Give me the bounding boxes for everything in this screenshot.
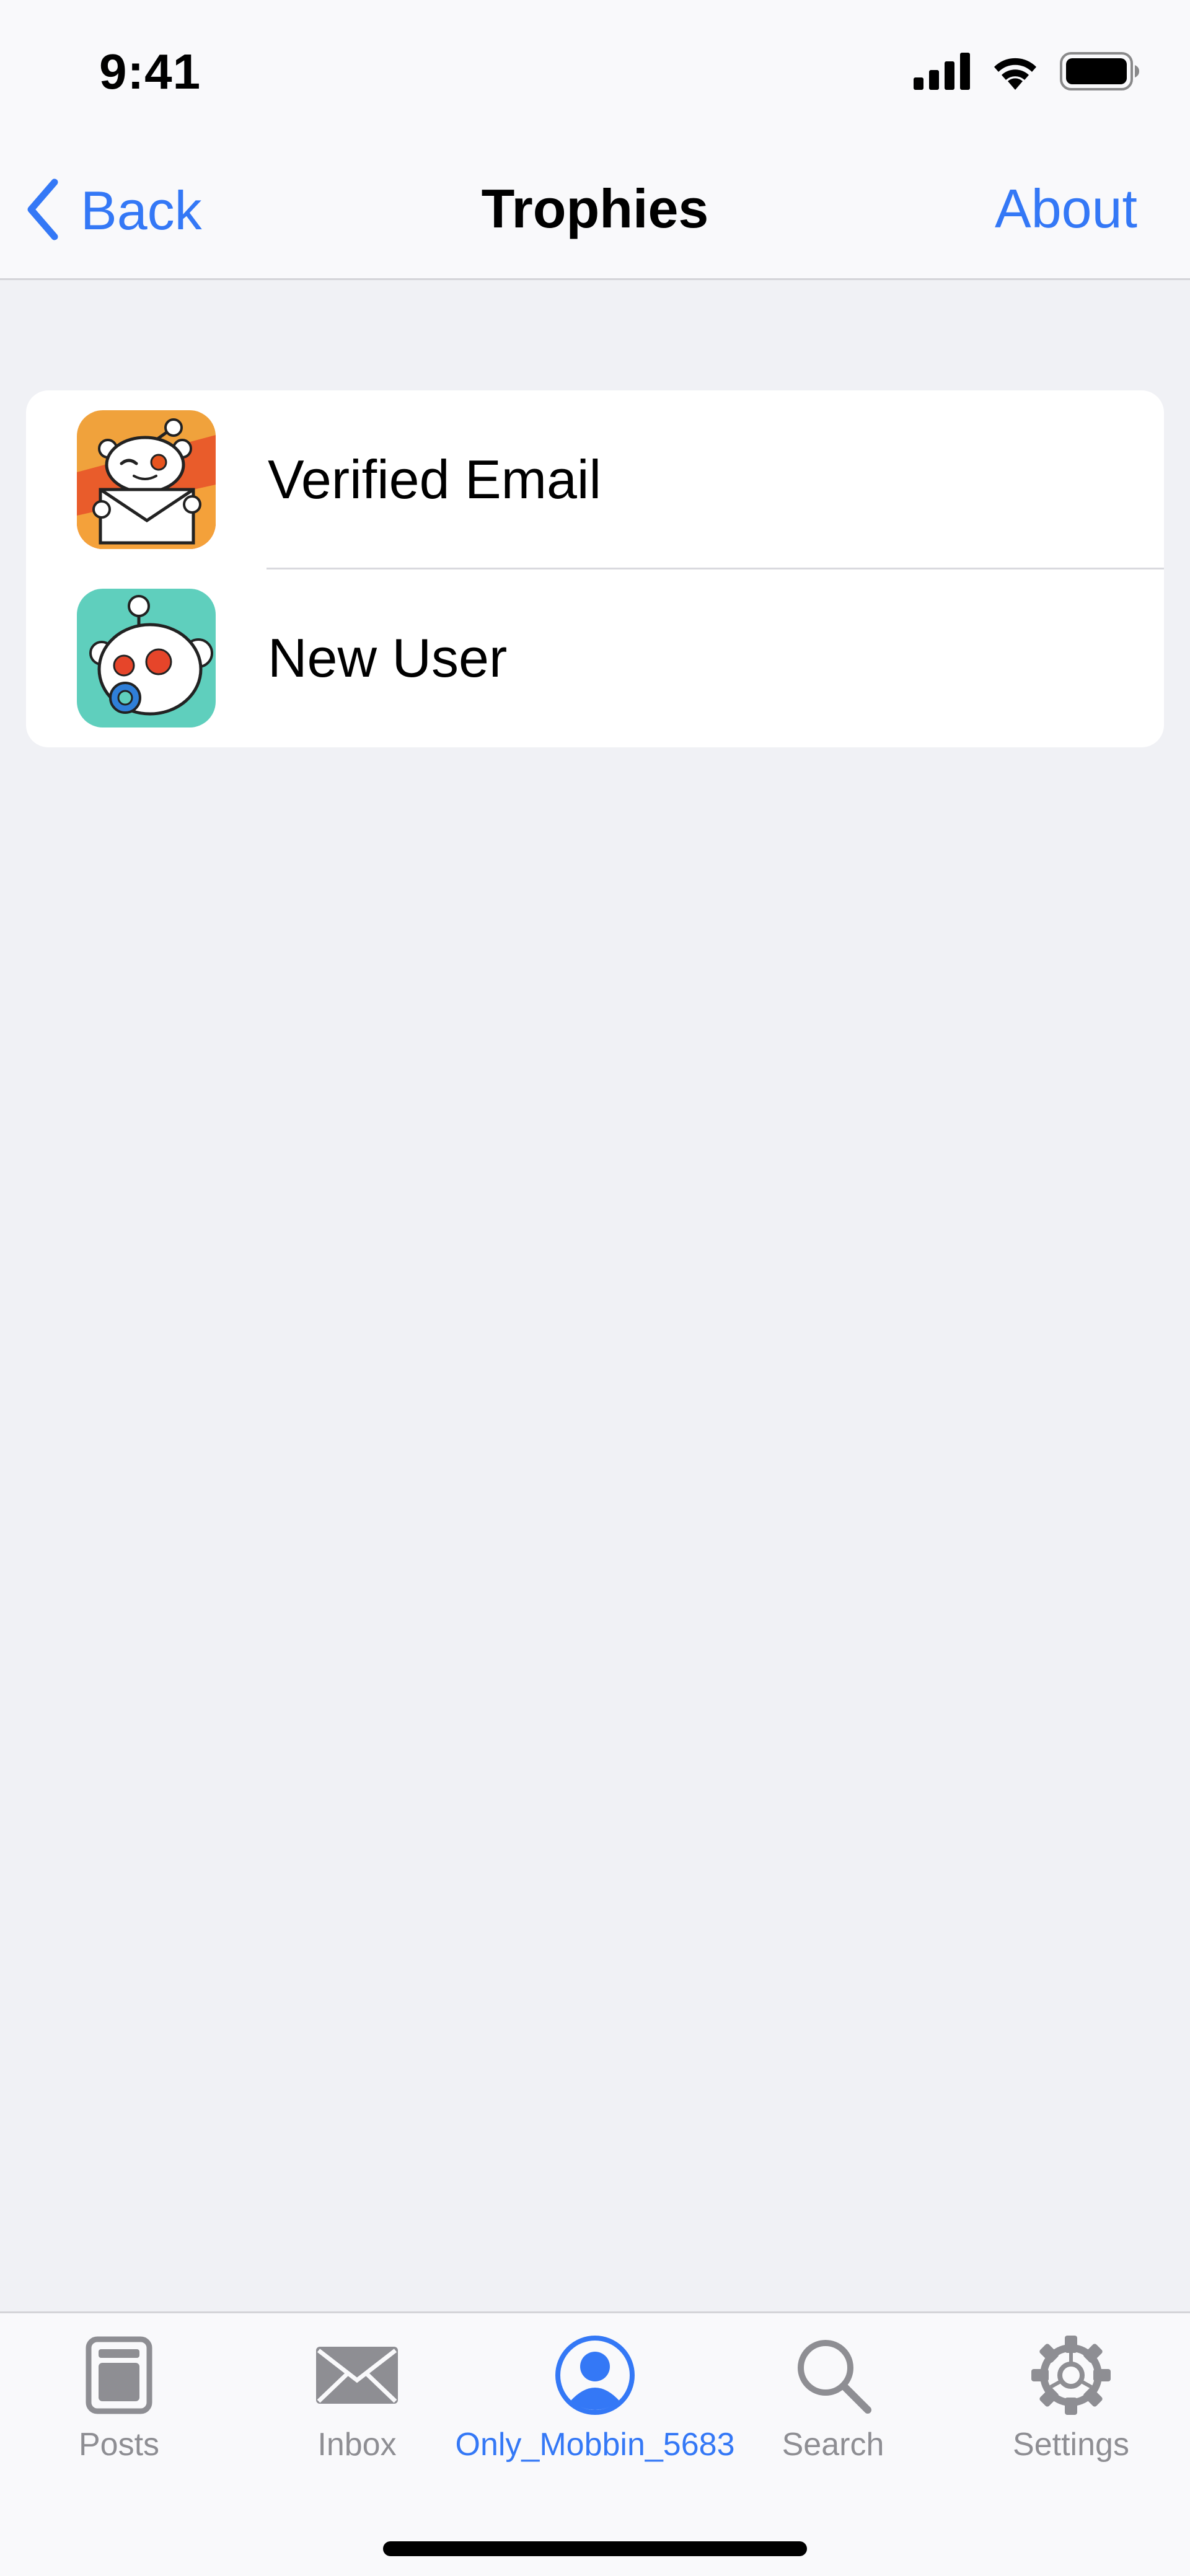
status-icons [914, 51, 1140, 94]
home-indicator[interactable] [383, 2541, 807, 2556]
trophy-label: Verified Email [268, 449, 602, 510]
back-button-label: Back [81, 180, 202, 241]
inbox-icon [314, 2332, 400, 2419]
back-button[interactable]: Back [25, 174, 202, 248]
wifi-icon [989, 51, 1041, 94]
tab-bar: Posts Inbox Only_Mobbin_5683 Search Sett… [0, 2311, 1190, 2576]
chevron-left-icon [25, 178, 62, 244]
trophy-list: Verified Email New User [26, 390, 1164, 747]
posts-icon [76, 2332, 162, 2419]
search-icon [790, 2332, 876, 2419]
status-time: 9:41 [99, 44, 201, 99]
tab-settings[interactable]: Settings [952, 2332, 1190, 2487]
verified-email-trophy-icon [77, 410, 216, 549]
settings-gear-icon [1028, 2332, 1114, 2419]
trophy-row-new-user[interactable]: New User [26, 569, 1164, 747]
new-user-trophy-icon [77, 589, 216, 728]
tab-label: Search [782, 2427, 884, 2463]
trophies-screen: 9:41 Back Trophies About Verified Email … [0, 0, 1190, 2576]
tab-label: Settings [1013, 2427, 1129, 2463]
tab-search[interactable]: Search [714, 2332, 952, 2487]
tab-posts[interactable]: Posts [0, 2332, 238, 2487]
tab-label: Posts [78, 2427, 160, 2463]
trophy-row-verified-email[interactable]: Verified Email [26, 390, 1164, 569]
about-button[interactable]: About [995, 177, 1137, 240]
battery-icon [1060, 51, 1140, 94]
tab-profile[interactable]: Only_Mobbin_5683 [456, 2332, 735, 2487]
top-bar: 9:41 Back Trophies About [0, 0, 1190, 280]
cellular-signal-icon [914, 52, 971, 93]
profile-icon [552, 2332, 638, 2419]
tab-label: Inbox [317, 2427, 397, 2463]
trophy-label: New User [268, 627, 508, 688]
tab-inbox[interactable]: Inbox [238, 2332, 476, 2487]
tab-label: Only_Mobbin_5683 [455, 2427, 735, 2463]
